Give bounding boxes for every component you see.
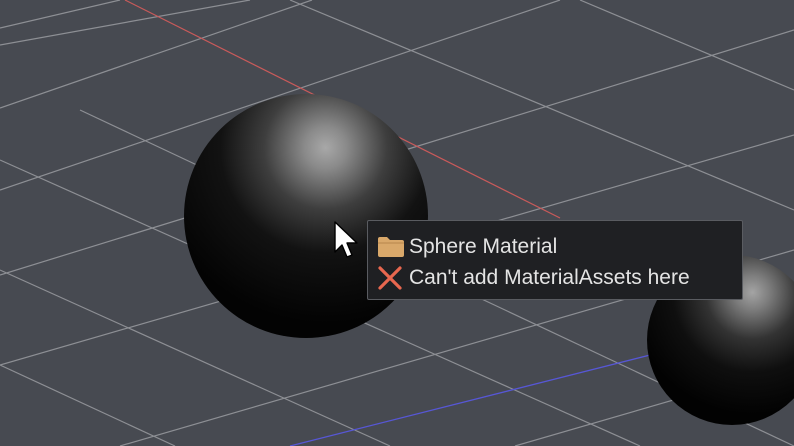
drag-drop-tooltip: Sphere Material Can't add MaterialAssets… — [367, 220, 743, 300]
sphere-object-left[interactable] — [184, 94, 428, 338]
folder-icon — [377, 234, 409, 260]
status-message-label: Can't add MaterialAssets here — [409, 265, 690, 289]
arrow-cursor-icon — [334, 221, 358, 258]
tooltip-status-row: Can't add MaterialAssets here — [377, 262, 742, 293]
scene-viewport[interactable]: Sphere Material Can't add MaterialAssets… — [0, 0, 794, 446]
tooltip-asset-row: Sphere Material — [377, 231, 742, 262]
z-axis-line — [289, 351, 663, 446]
asset-name-label: Sphere Material — [409, 234, 558, 258]
close-icon — [377, 265, 409, 291]
